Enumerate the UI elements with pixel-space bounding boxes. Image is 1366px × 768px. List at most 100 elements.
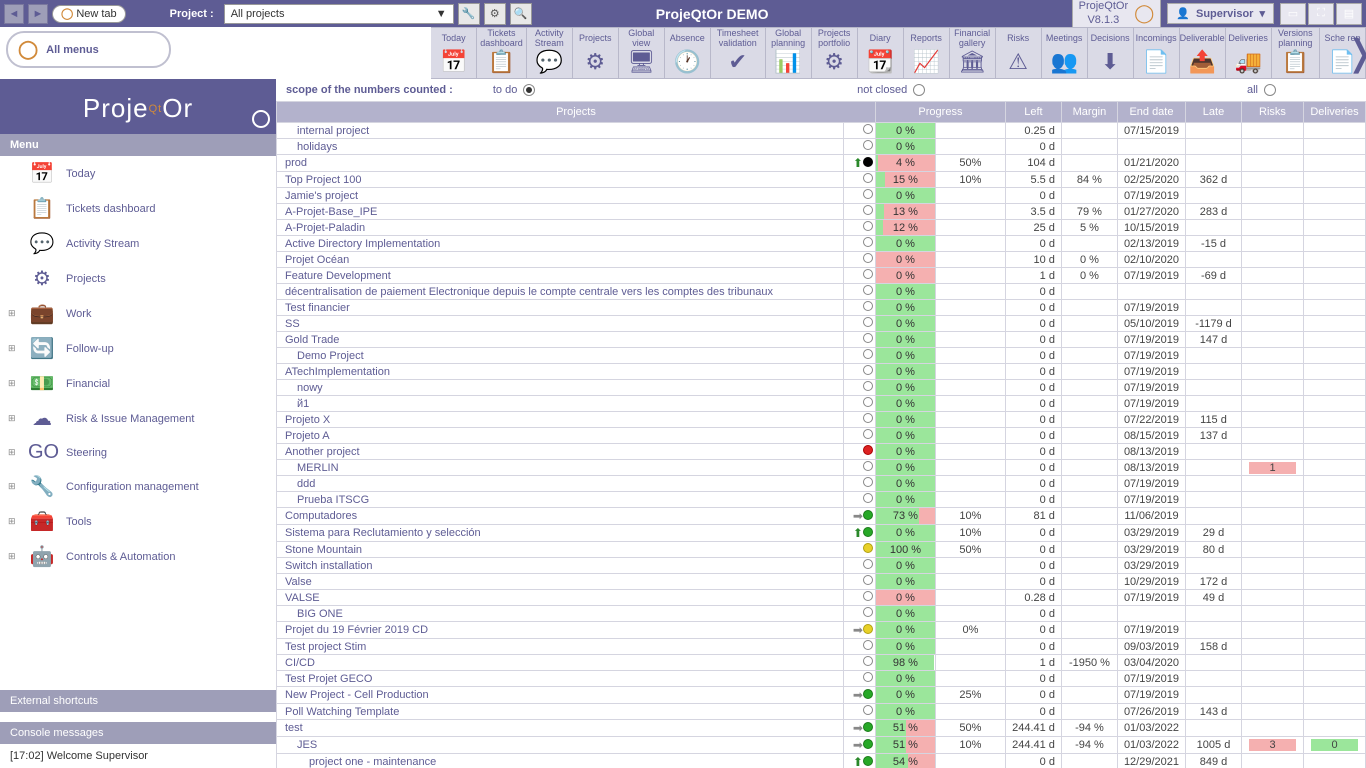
sidebar-item[interactable]: ⊞GOSteering [0, 436, 276, 469]
col-left[interactable]: Left [1005, 102, 1061, 123]
nav-forward-button[interactable]: ► [28, 4, 48, 24]
table-row[interactable]: Projeto A0 %0 d08/15/2019137 d [277, 428, 1366, 444]
toolbar-item[interactable]: Meetings👥 [1042, 28, 1088, 78]
sidebar-item[interactable]: ⊞🔧Configuration management [0, 469, 276, 504]
cell-late [1186, 687, 1242, 704]
toolbar-item[interactable]: Activity Stream💬 [527, 28, 573, 78]
col-projects[interactable]: Projects [277, 102, 876, 123]
toolbar-item[interactable]: Reports📈 [904, 28, 950, 78]
table-row[interactable]: Valse0 %0 d10/29/2019172 d [277, 574, 1366, 590]
sidebar-item[interactable]: 💬Activity Stream [0, 226, 276, 261]
menu-icon: 💵 [28, 371, 56, 396]
nav-back-button[interactable]: ◄ [4, 4, 24, 24]
toolbar-item[interactable]: Tickets dashboard📋 [477, 28, 527, 78]
toolbar-label: Projects portfolio [815, 29, 854, 49]
table-row[interactable]: VALSE0 %0.28 d07/19/201949 d [277, 590, 1366, 606]
col-late[interactable]: Late [1186, 102, 1242, 123]
toolbar-item[interactable]: Deliveries🚚 [1226, 28, 1272, 78]
sidebar-item[interactable]: ⊞☁Risk & Issue Management [0, 401, 276, 436]
toolbar-item[interactable]: Global planning📊 [766, 28, 812, 78]
table-row[interactable]: MERLIN0 %0 d08/13/20191 [277, 460, 1366, 476]
table-row[interactable]: Test Projet GECO0 %0 d07/19/2019 [277, 671, 1366, 687]
toolbar-item[interactable]: Versions planning📋 [1272, 28, 1320, 78]
wrench-button[interactable]: 🔧 [458, 3, 480, 25]
table-row[interactable]: holidays0 %0 d [277, 139, 1366, 155]
table-row[interactable]: Test financier0 %0 d07/19/2019 [277, 300, 1366, 316]
table-row[interactable]: Stone Mountain100 %50%0 d03/29/201980 d [277, 542, 1366, 558]
table-row[interactable]: Projeto X0 %0 d07/22/2019115 d [277, 412, 1366, 428]
toolbar-item[interactable]: Global view🖥 [619, 28, 665, 78]
table-row[interactable]: BIG ONE0 %0 d [277, 606, 1366, 622]
table-row[interactable]: Switch installation0 %0 d03/29/2019 [277, 558, 1366, 574]
new-tab-button[interactable]: ◯New tab [52, 5, 126, 23]
table-row[interactable]: JES➡51 %10%244.41 d-94 %01/03/20221005 d… [277, 737, 1366, 754]
table-row[interactable]: A-Projet-Base_IPE13 %3.5 d79 %01/27/2020… [277, 204, 1366, 220]
toolbar-item[interactable]: Financial gallery🏛 [950, 28, 996, 78]
table-row[interactable]: nowy0 %0 d07/19/2019 [277, 380, 1366, 396]
table-row[interactable]: Feature Development0 %1 d0 %07/19/2019-6… [277, 268, 1366, 284]
table-row[interactable]: ATechImplementation0 %0 d07/19/2019 [277, 364, 1366, 380]
table-row[interactable]: Sistema para Reclutamiento y selección⬆0… [277, 525, 1366, 542]
toolbar-item[interactable]: Projects portfolio⚙ [812, 28, 858, 78]
table-row[interactable]: A-Projet-Paladin12 %25 d5 %10/15/2019 [277, 220, 1366, 236]
project-select[interactable]: All projects▼ [224, 4, 454, 24]
col-risks[interactable]: Risks [1242, 102, 1304, 123]
col-deliveries[interactable]: Deliveries [1304, 102, 1366, 123]
sidebar-item[interactable]: ⊞💼Work [0, 296, 276, 331]
gear-button[interactable]: ⚙ [484, 3, 506, 25]
panel-button[interactable]: ▤ [1336, 3, 1362, 25]
table-row[interactable]: prod⬆4 %50%104 d01/21/2020 [277, 155, 1366, 172]
toolbar-item[interactable]: Incomings📄 [1134, 28, 1180, 78]
table-row[interactable]: Gold Trade0 %0 d07/19/2019147 d [277, 332, 1366, 348]
sidebar-item[interactable]: 📋Tickets dashboard [0, 191, 276, 226]
table-row[interactable]: SS0 %0 d05/10/2019-1179 d [277, 316, 1366, 332]
table-row[interactable]: Top Project 10015 %10%5.5 d84 %02/25/202… [277, 172, 1366, 188]
col-enddate[interactable]: End date [1117, 102, 1185, 123]
external-shortcuts-header[interactable]: External shortcuts [0, 690, 276, 712]
table-row[interactable]: internal project0 %0.25 d07/15/2019 [277, 123, 1366, 139]
table-row[interactable]: Poll Watching Template0 %0 d07/26/201914… [277, 704, 1366, 720]
sidebar-item[interactable]: ⊞🔄Follow-up [0, 331, 276, 366]
table-row[interactable]: й10 %0 d07/19/2019 [277, 396, 1366, 412]
sidebar-item[interactable]: 📅Today [0, 156, 276, 191]
collapse-button[interactable]: ▭ [1280, 3, 1306, 25]
toolbar-item[interactable]: Diary📆 [858, 28, 904, 78]
scope-notclosed[interactable]: not closed [857, 84, 925, 96]
table-row[interactable]: Test project Stim0 %0 d09/03/2019158 d [277, 639, 1366, 655]
table-row[interactable]: project one - maintenance⬆54 %0 d12/29/2… [277, 754, 1366, 768]
toolbar-item[interactable]: Timesheet validation✔ [711, 28, 766, 78]
sidebar-item[interactable]: ⚙Projects [0, 261, 276, 296]
toolbar-item[interactable]: Deliverable📤 [1180, 28, 1226, 78]
sidebar-item[interactable]: ⊞💵Financial [0, 366, 276, 401]
table-row[interactable]: Demo Project0 %0 d07/19/2019 [277, 348, 1366, 364]
all-menus-button[interactable]: ◯ All menus [6, 31, 171, 68]
table-row[interactable]: Jamie's project0 %0 d07/19/2019 [277, 188, 1366, 204]
scope-todo[interactable]: to do [493, 84, 535, 96]
table-row[interactable]: Computadores➡73 %10%81 d11/06/2019 [277, 508, 1366, 525]
sidebar-item[interactable]: ⊞🧰Tools [0, 504, 276, 539]
table-row[interactable]: Prueba ITSCG0 %0 d07/19/2019 [277, 492, 1366, 508]
col-margin[interactable]: Margin [1061, 102, 1117, 123]
toolbar-item[interactable]: Decisions⬇ [1088, 28, 1134, 78]
table-row[interactable]: Active Directory Implementation0 %0 d02/… [277, 236, 1366, 252]
toolbar-item[interactable]: Absence🕐 [665, 28, 711, 78]
table-row[interactable]: ddd0 %0 d07/19/2019 [277, 476, 1366, 492]
table-row[interactable]: décentralisation de paiement Electroniqu… [277, 284, 1366, 300]
console-header[interactable]: Console messages [0, 722, 276, 744]
table-row[interactable]: test➡51 %50%244.41 d-94 %01/03/2022 [277, 720, 1366, 737]
toolbar-item[interactable]: Projects⚙ [573, 28, 619, 78]
toolbar-item[interactable]: Risks⚠ [996, 28, 1042, 78]
table-row[interactable]: Projet Océan0 %10 d0 %02/10/2020 [277, 252, 1366, 268]
table-row[interactable]: Projet du 19 Février 2019 CD➡0 %0%0 d07/… [277, 622, 1366, 639]
table-row[interactable]: Another project0 %0 d08/13/2019 [277, 444, 1366, 460]
toolbar-item[interactable]: Today📅 [431, 28, 477, 78]
sidebar-item[interactable]: ⊞🤖Controls & Automation [0, 539, 276, 574]
table-row[interactable]: CI/CD98 %1 d-1950 %03/04/2020 [277, 655, 1366, 671]
supervisor-menu[interactable]: 👤 Supervisor ▾ [1167, 3, 1274, 24]
search-button[interactable]: 🔍 [510, 3, 532, 25]
fullscreen-button[interactable]: ⛶ [1308, 3, 1334, 25]
toolbar-scroll-right[interactable]: ❭ [1350, 28, 1366, 78]
col-progress[interactable]: Progress [875, 102, 1005, 123]
table-row[interactable]: New Project - Cell Production➡0 %25%0 d0… [277, 687, 1366, 704]
scope-all[interactable]: all [1247, 84, 1276, 96]
